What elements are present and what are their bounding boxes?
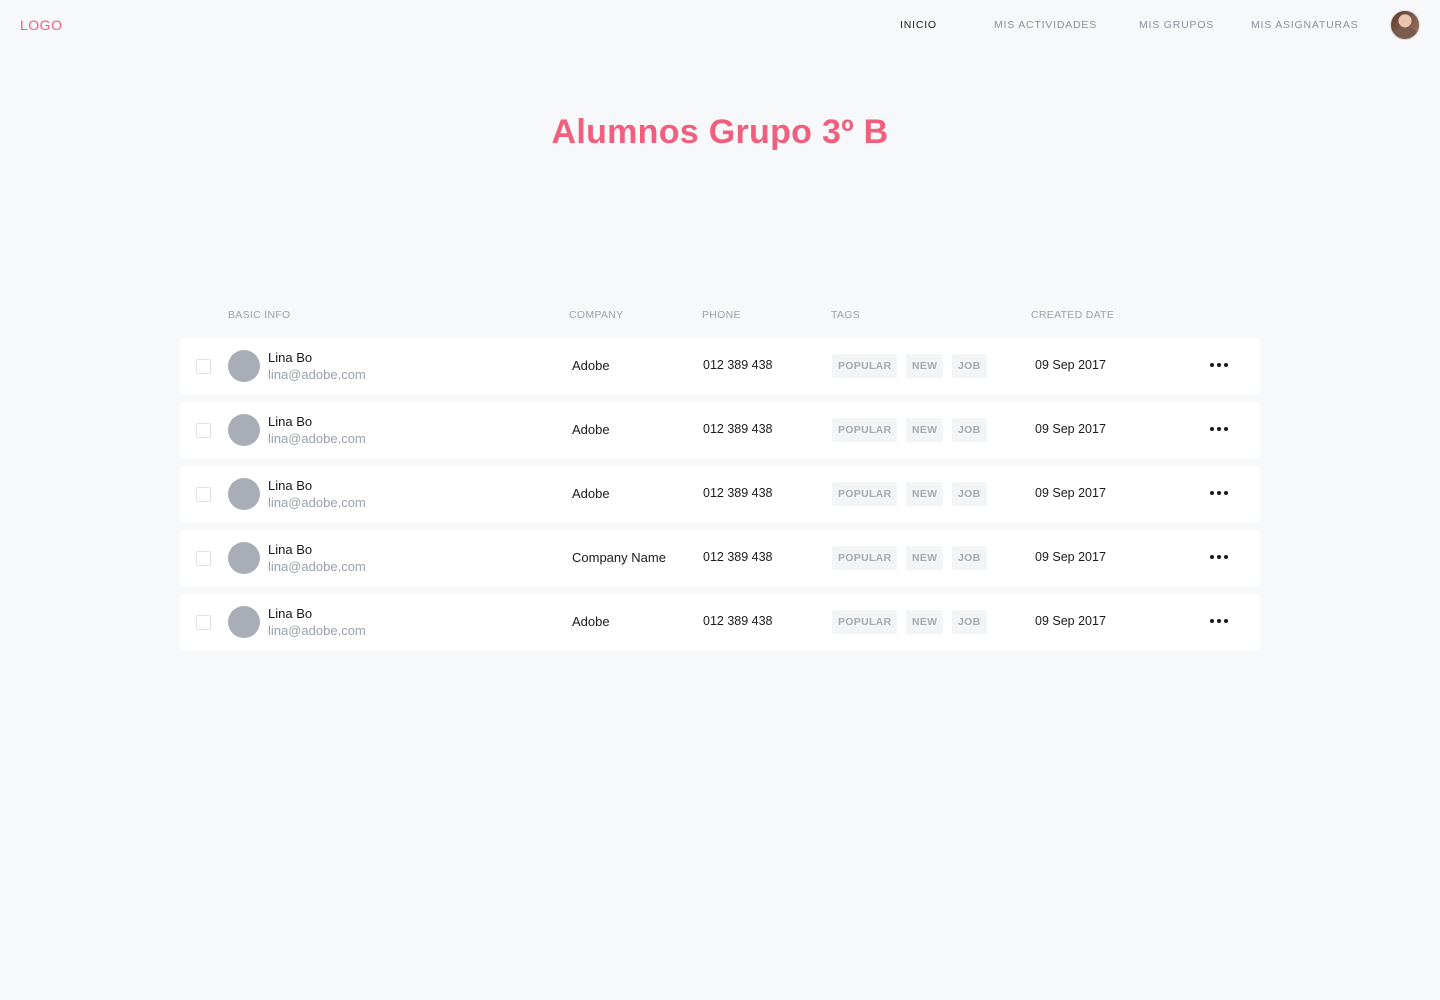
student-email: lina@adobe.com <box>268 623 366 638</box>
tag-popular: POPULAR <box>832 546 898 570</box>
company-cell: Adobe <box>572 358 610 373</box>
tag-new: NEW <box>906 418 944 442</box>
more-options-icon[interactable] <box>1210 614 1230 628</box>
tag-job: JOB <box>952 546 987 570</box>
user-avatar-icon[interactable] <box>1390 10 1420 40</box>
company-cell: Adobe <box>572 486 610 501</box>
nav-mis-grupos[interactable]: MIS GRUPOS <box>1139 19 1214 31</box>
created-date-cell: 09 Sep 2017 <box>1035 486 1106 500</box>
student-email: lina@adobe.com <box>268 431 366 446</box>
tag-new: NEW <box>906 482 944 506</box>
column-header-tags[interactable]: TAGS <box>831 309 860 321</box>
created-date-cell: 09 Sep 2017 <box>1035 422 1106 436</box>
phone-cell: 012 389 438 <box>703 358 773 372</box>
tag-job: JOB <box>952 610 987 634</box>
column-header-company[interactable]: COMPANY <box>569 309 623 321</box>
top-navigation-bar: LOGO INICIO MIS ACTIVIDADES MIS GRUPOS M… <box>0 0 1440 50</box>
avatar <box>228 606 260 638</box>
student-name: Lina Bo <box>268 542 313 557</box>
avatar <box>228 350 260 382</box>
phone-cell: 012 389 438 <box>703 550 773 564</box>
table-row[interactable]: Lina Bo lina@adobe.com Adobe 012 389 438… <box>180 338 1260 394</box>
tag-new: NEW <box>906 546 944 570</box>
more-options-icon[interactable] <box>1210 550 1230 564</box>
more-options-icon[interactable] <box>1210 486 1230 500</box>
tag-job: JOB <box>952 418 987 442</box>
column-header-phone[interactable]: PHONE <box>702 309 741 321</box>
tag-popular: POPULAR <box>832 610 898 634</box>
table-row[interactable]: Lina Bo lina@adobe.com Adobe 012 389 438… <box>180 466 1260 522</box>
row-checkbox[interactable] <box>196 615 211 630</box>
student-name: Lina Bo <box>268 478 313 493</box>
more-options-icon[interactable] <box>1210 422 1230 436</box>
students-table: BASIC INFO COMPANY PHONE TAGS CREATED DA… <box>180 300 1260 650</box>
row-checkbox[interactable] <box>196 551 211 566</box>
phone-cell: 012 389 438 <box>703 614 773 628</box>
row-checkbox[interactable] <box>196 359 211 374</box>
column-header-basic-info[interactable]: BASIC INFO <box>228 309 291 321</box>
tag-popular: POPULAR <box>832 482 898 506</box>
tag-job: JOB <box>952 482 987 506</box>
student-email: lina@adobe.com <box>268 559 366 574</box>
table-header: BASIC INFO COMPANY PHONE TAGS CREATED DA… <box>180 300 1260 338</box>
nav-inicio[interactable]: INICIO <box>900 19 937 31</box>
row-checkbox[interactable] <box>196 423 211 438</box>
phone-cell: 012 389 438 <box>703 486 773 500</box>
table-row[interactable]: Lina Bo lina@adobe.com Adobe 012 389 438… <box>180 402 1260 458</box>
table-row[interactable]: Lina Bo lina@adobe.com Company Name 012 … <box>180 530 1260 586</box>
phone-cell: 012 389 438 <box>703 422 773 436</box>
tag-new: NEW <box>906 354 944 378</box>
student-email: lina@adobe.com <box>268 367 366 382</box>
column-header-created-date[interactable]: CREATED DATE <box>1031 309 1114 321</box>
created-date-cell: 09 Sep 2017 <box>1035 614 1106 628</box>
tag-job: JOB <box>952 354 987 378</box>
nav-mis-asignaturas[interactable]: MIS ASIGNATURAS <box>1251 19 1359 31</box>
page-title: Alumnos Grupo 3º B <box>551 113 889 151</box>
student-name: Lina Bo <box>268 606 313 621</box>
company-cell: Adobe <box>572 422 610 437</box>
company-cell: Company Name <box>572 550 666 565</box>
avatar <box>228 414 260 446</box>
student-name: Lina Bo <box>268 350 313 365</box>
tag-popular: POPULAR <box>832 418 898 442</box>
created-date-cell: 09 Sep 2017 <box>1035 550 1106 564</box>
avatar <box>228 542 260 574</box>
tag-popular: POPULAR <box>832 354 898 378</box>
avatar <box>228 478 260 510</box>
row-checkbox[interactable] <box>196 487 211 502</box>
student-name: Lina Bo <box>268 414 313 429</box>
table-row[interactable]: Lina Bo lina@adobe.com Adobe 012 389 438… <box>180 594 1260 650</box>
created-date-cell: 09 Sep 2017 <box>1035 358 1106 372</box>
tag-new: NEW <box>906 610 944 634</box>
company-cell: Adobe <box>572 614 610 629</box>
logo-link[interactable]: LOGO <box>20 17 62 33</box>
student-email: lina@adobe.com <box>268 495 366 510</box>
nav-mis-actividades[interactable]: MIS ACTIVIDADES <box>994 19 1097 31</box>
more-options-icon[interactable] <box>1210 358 1230 372</box>
